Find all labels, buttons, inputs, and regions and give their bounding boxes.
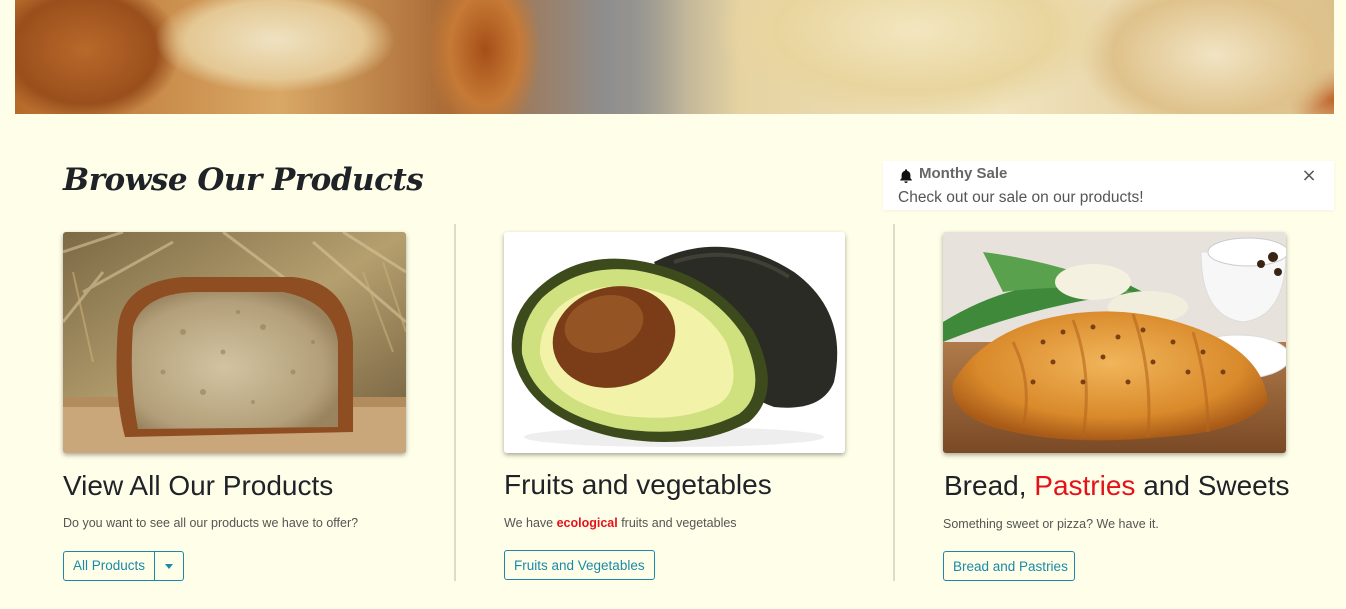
all-products-button[interactable]: All Products [63, 551, 155, 581]
sale-toast: Monthy Sale Check out our sale on our pr… [883, 161, 1334, 210]
hero-shade [575, 0, 685, 114]
bread-loaf-image [63, 232, 406, 453]
card-title: Fruits and vegetables [504, 469, 772, 500]
croissant-image [943, 232, 1286, 453]
page-heading: Browse Our Products [63, 162, 424, 198]
avocado-image [504, 232, 845, 453]
card-title: View All Our Products [63, 470, 334, 501]
card-description: We have ecological fruits and vegetables [504, 516, 737, 530]
close-icon[interactable]: × [1300, 167, 1318, 185]
hero-banner [15, 0, 1334, 114]
dropdown-toggle-button[interactable] [155, 551, 184, 581]
column-divider [454, 224, 456, 581]
card-description: Something sweet or pizza? We have it. [943, 517, 1159, 531]
column-divider [893, 224, 895, 581]
fruits-and-vegetables-button[interactable]: Fruits and Vegetables [504, 550, 655, 580]
card-description: Do you want to see all our products we h… [63, 516, 359, 530]
card-title: Bread, Pastries and Sweets [944, 470, 1290, 501]
all-products-split-button: All Products [63, 551, 184, 581]
highlight-word: ecological [556, 516, 618, 530]
toast-message: Check out our sale on our products! [898, 189, 1144, 206]
highlight-word: Pastries [1034, 470, 1136, 501]
bell-icon [900, 169, 912, 183]
toast-title: Monthy Sale [919, 165, 1008, 182]
caret-down-icon [165, 563, 173, 569]
bread-and-pastries-button[interactable]: Bread and Pastries [943, 551, 1075, 581]
